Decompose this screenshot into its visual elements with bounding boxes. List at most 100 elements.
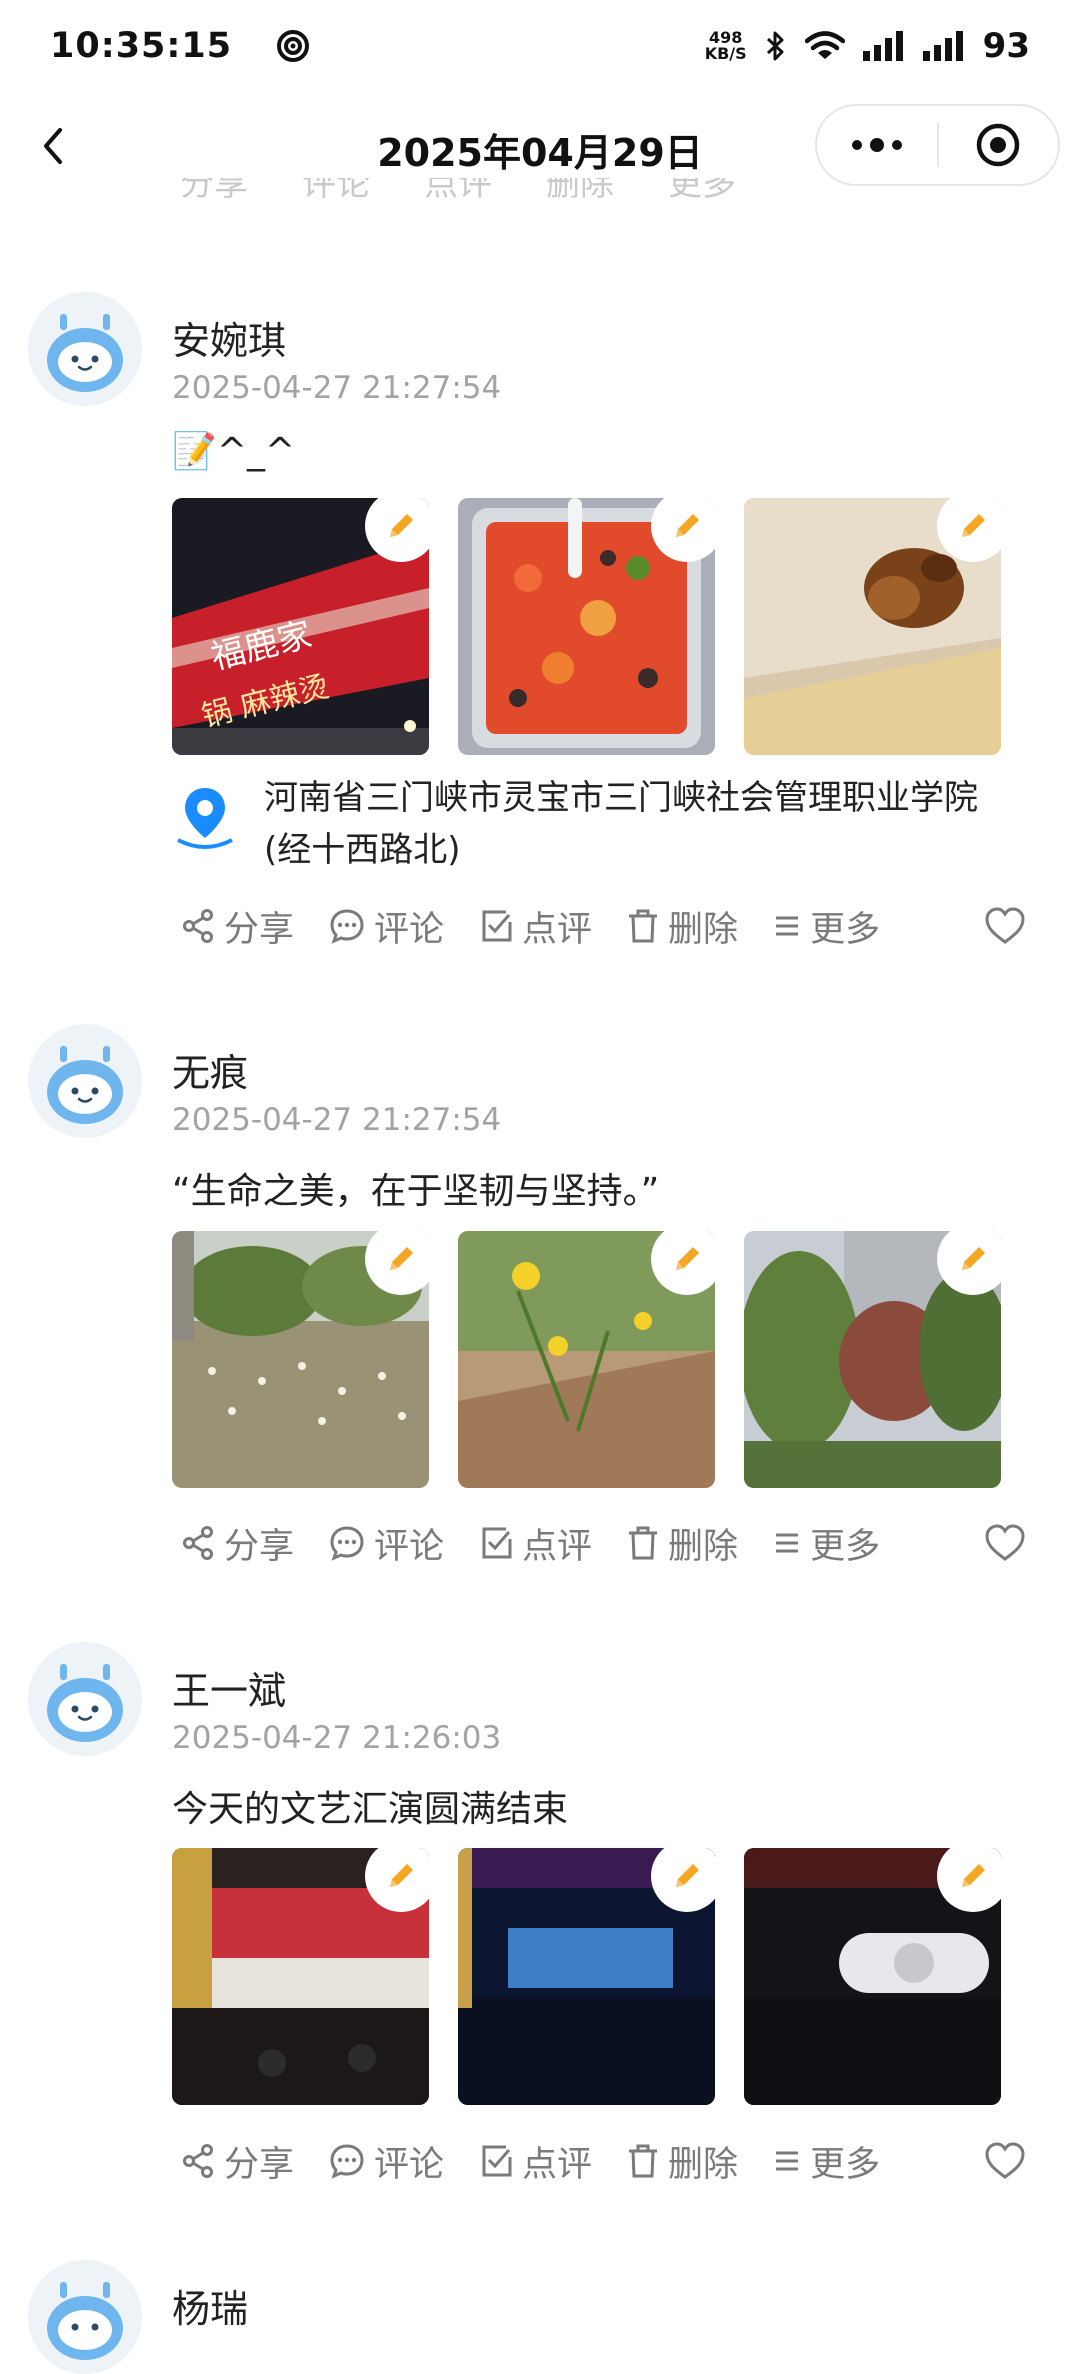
faded-comment-label: 评论 xyxy=(302,178,370,204)
pencil-icon xyxy=(962,1247,985,1270)
heart-icon xyxy=(985,2142,1025,2179)
delete-button[interactable]: 删除 xyxy=(626,901,738,952)
more-menu-button[interactable]: 更多 xyxy=(772,901,880,952)
delete-button[interactable]: 删除 xyxy=(626,2136,738,2187)
pencil-icon xyxy=(962,1864,985,1887)
photo-grid xyxy=(172,1848,1001,2105)
location-text-2: (经十西路北) xyxy=(264,830,461,870)
heart-icon xyxy=(985,907,1025,944)
pencil-icon xyxy=(390,1864,413,1887)
trash-icon xyxy=(629,2144,658,2178)
robot-avatar-icon xyxy=(28,1642,142,1756)
hotspot-icon xyxy=(277,30,310,62)
like-button[interactable] xyxy=(984,2141,1026,2181)
comment-bubble-icon xyxy=(330,909,364,944)
comment-bubble-icon xyxy=(330,1526,364,1561)
pencil-icon xyxy=(390,1247,413,1270)
photo-grid: 福鹿家 锅 麻辣烫 xyxy=(172,498,1001,755)
more-menu-button[interactable]: 更多 xyxy=(772,2136,880,2187)
checkbox-icon xyxy=(482,1527,512,1559)
photo-thumbnail[interactable] xyxy=(172,1231,429,1488)
pencil-icon xyxy=(962,514,985,537)
photo-thumbnail[interactable] xyxy=(458,498,715,755)
photo-thumbnail[interactable] xyxy=(744,498,1001,755)
mini-program-capsule xyxy=(815,104,1060,186)
more-dots-icon xyxy=(851,138,902,152)
post-time: 2025-04-27 21:27:54 xyxy=(172,370,502,406)
bluetooth-icon xyxy=(766,31,784,61)
share-icon xyxy=(183,2144,213,2178)
checkbox-icon xyxy=(482,910,512,942)
faded-share-label: 分享 xyxy=(180,178,248,204)
post-action-bar: 分享 评论 点评 删除 更多 xyxy=(180,2133,1040,2189)
wifi-icon xyxy=(804,31,845,59)
share-button[interactable]: 分享 xyxy=(180,901,294,952)
share-label: 分享 xyxy=(224,2144,295,2185)
review-button[interactable]: 点评 xyxy=(478,901,592,952)
pencil-icon xyxy=(676,514,699,537)
comment-button[interactable]: 评论 xyxy=(328,2136,444,2187)
review-button[interactable]: 点评 xyxy=(478,1518,592,1569)
post-action-bar: 分享 评论 点评 删除 更多 xyxy=(180,1515,1040,1571)
more-menu-button[interactable]: 更多 xyxy=(772,1518,880,1569)
share-button[interactable]: 分享 xyxy=(180,2136,294,2187)
photo-thumbnail[interactable]: 福鹿家 锅 麻辣烫 xyxy=(172,498,429,755)
author-name[interactable]: 无痕 xyxy=(172,1042,248,1097)
net-speed: 498 KB/S xyxy=(705,30,747,62)
photo-thumbnail[interactable] xyxy=(458,1848,715,2105)
list-icon xyxy=(776,916,799,936)
faded-delete-label: 删除 xyxy=(546,178,614,204)
net-speed-unit: KB/S xyxy=(704,44,747,63)
robot-avatar-icon xyxy=(28,1024,142,1138)
comment-label: 评论 xyxy=(374,1526,445,1567)
location-text: 河南省三门峡市灵宝市三门峡社会管理职业学院 xyxy=(264,778,978,818)
delete-label: 删除 xyxy=(668,1526,739,1567)
photo-thumbnail[interactable] xyxy=(744,1848,1001,2105)
like-button[interactable] xyxy=(984,1523,1026,1563)
share-label: 分享 xyxy=(224,1526,295,1567)
photo-thumbnail[interactable] xyxy=(172,1848,429,2105)
post-text: “生命之美，在于坚韧与坚持。” xyxy=(172,1171,660,1212)
post-time: 2025-04-27 21:26:03 xyxy=(172,1720,502,1756)
avatar[interactable] xyxy=(28,1024,142,1138)
review-label: 点评 xyxy=(522,909,593,950)
more-button[interactable] xyxy=(817,106,937,184)
post-action-bar: 分享 评论 点评 删除 更多 xyxy=(180,898,1040,954)
review-label: 点评 xyxy=(522,2144,593,2185)
share-button[interactable]: 分享 xyxy=(180,1518,294,1569)
like-button[interactable] xyxy=(984,906,1026,946)
trash-icon xyxy=(629,909,658,943)
heart-icon xyxy=(985,1524,1025,1561)
faded-review-label: 点评 xyxy=(424,178,492,204)
avatar[interactable] xyxy=(28,2260,142,2374)
comment-button[interactable]: 评论 xyxy=(328,901,444,952)
location-link[interactable]: 河南省三门峡市灵宝市三门峡社会管理职业学院 (经十西路北) xyxy=(172,772,1032,876)
comment-button[interactable]: 评论 xyxy=(328,1518,444,1569)
list-icon xyxy=(776,2151,799,2171)
battery-level: 93 xyxy=(982,26,1030,66)
photo-thumbnail[interactable] xyxy=(458,1231,715,1488)
photo-grid xyxy=(172,1231,1001,1488)
comment-bubble-icon xyxy=(330,2144,364,2179)
robot-avatar-icon xyxy=(28,2260,142,2374)
pencil-icon xyxy=(676,1247,699,1270)
avatar[interactable] xyxy=(28,292,142,406)
post-time: 2025-04-27 21:27:54 xyxy=(172,1102,502,1138)
author-name[interactable]: 杨瑞 xyxy=(172,2278,248,2333)
delete-button[interactable]: 删除 xyxy=(626,1518,738,1569)
author-name[interactable]: 王一斌 xyxy=(172,1660,286,1715)
post-text: 📝^_^ xyxy=(172,431,296,472)
more-label: 更多 xyxy=(810,1526,881,1567)
review-button[interactable]: 点评 xyxy=(478,2136,592,2187)
checkbox-icon xyxy=(482,2145,512,2177)
share-icon xyxy=(183,1526,213,1560)
review-label: 点评 xyxy=(522,1526,593,1567)
avatar[interactable] xyxy=(28,1642,142,1756)
author-name[interactable]: 安婉琪 xyxy=(172,310,286,365)
close-mini-program-button[interactable] xyxy=(939,106,1059,184)
more-label: 更多 xyxy=(810,2144,881,2185)
status-time: 10:35:15 xyxy=(50,26,233,66)
photo-thumbnail[interactable] xyxy=(744,1231,1001,1488)
signal-icon xyxy=(862,31,903,61)
comment-label: 评论 xyxy=(374,909,445,950)
